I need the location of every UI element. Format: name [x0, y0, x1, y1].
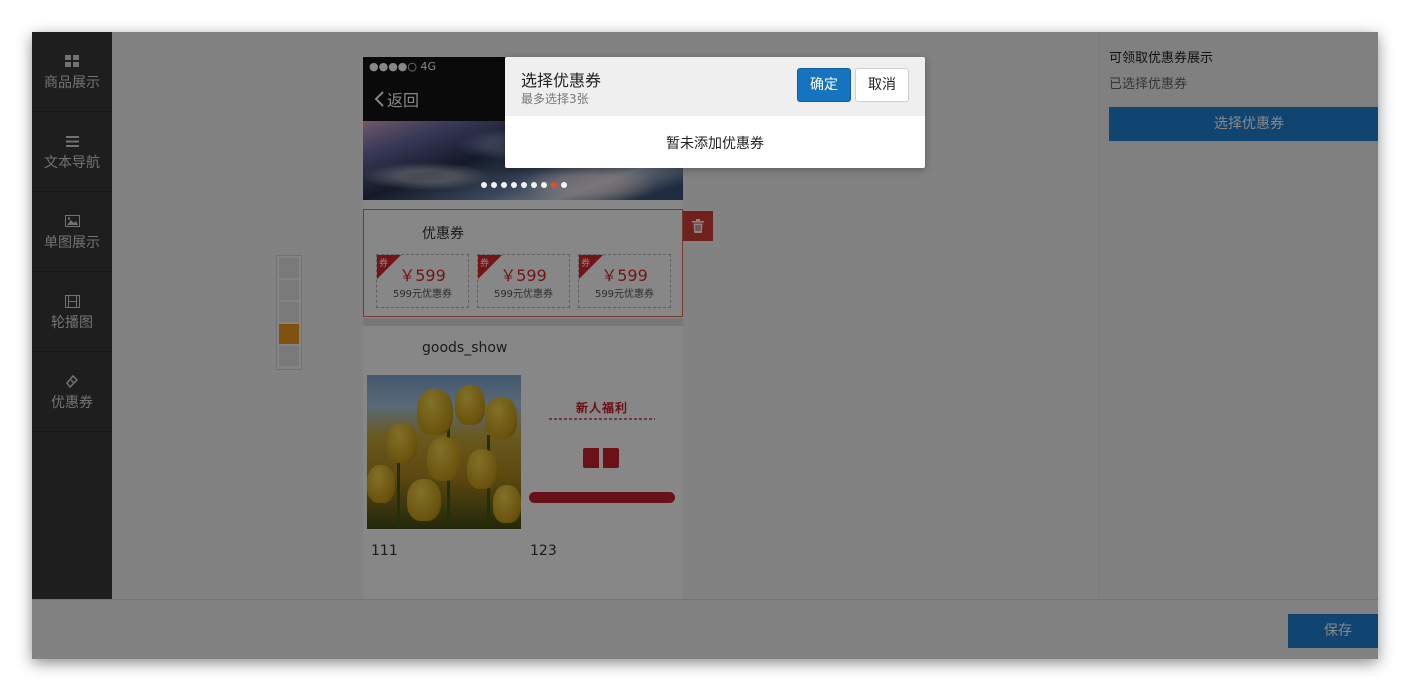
carousel-dot[interactable] — [531, 182, 537, 188]
select-coupon-modal: 选择优惠券 最多选择3张 确定 取消 暂未添加优惠券 — [505, 57, 925, 168]
carousel-dot[interactable] — [481, 182, 487, 188]
carousel-dot[interactable] — [501, 182, 507, 188]
carousel-dot-active[interactable] — [551, 182, 557, 188]
modal-subtitle: 最多选择3张 — [521, 92, 589, 106]
empty-state-text: 暂未添加优惠券 — [666, 136, 764, 152]
carousel-dots — [481, 182, 567, 188]
carousel-dot[interactable] — [491, 182, 497, 188]
confirm-button[interactable]: 确定 — [797, 68, 851, 102]
carousel-dot[interactable] — [561, 182, 567, 188]
carousel-dot[interactable] — [521, 182, 527, 188]
modal-title: 选择优惠券 — [521, 71, 602, 90]
carousel-dot[interactable] — [511, 182, 517, 188]
cancel-button[interactable]: 取消 — [855, 68, 909, 102]
app-window: 商品展示 文本导航 单图展示 轮播图 优惠券 ●●●●○ 4G 返回 优惠券 券… — [32, 32, 1378, 659]
modal-header: 选择优惠券 最多选择3张 确定 取消 — [505, 57, 925, 116]
carousel-dot[interactable] — [541, 182, 547, 188]
